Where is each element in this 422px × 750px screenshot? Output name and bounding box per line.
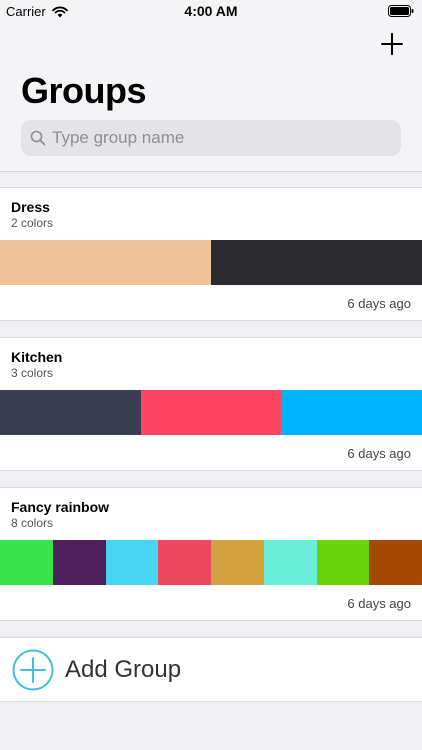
- battery-icon: [388, 5, 414, 17]
- group-color-count: 2 colors: [11, 216, 54, 230]
- color-swatch: [140, 390, 282, 435]
- group-name: Kitchen: [11, 349, 63, 365]
- group-name: Fancy rainbow: [11, 499, 110, 515]
- swatch-row: [0, 240, 422, 285]
- group-color-count: 3 colors: [11, 366, 54, 380]
- plus-circle-icon: [12, 649, 54, 690]
- nav-header: Groups: [0, 22, 422, 172]
- add-group-label: Add Group: [65, 655, 182, 683]
- color-swatch: [105, 540, 159, 585]
- add-group-button[interactable]: Add Group: [0, 637, 422, 702]
- color-swatch: [211, 240, 422, 285]
- group-date: 6 days ago: [347, 296, 411, 311]
- group-color-count: 8 colors: [11, 516, 54, 530]
- status-bar: Carrier 4:00 AM: [0, 0, 422, 22]
- plus-icon[interactable]: [380, 32, 404, 56]
- color-swatch: [0, 240, 211, 285]
- color-swatch: [52, 540, 106, 585]
- search-field[interactable]: [21, 120, 401, 156]
- swatch-row: [0, 540, 422, 585]
- status-time: 4:00 AM: [184, 3, 238, 19]
- group-date: 6 days ago: [347, 596, 411, 611]
- color-swatch: [281, 390, 422, 435]
- group-card-fancy-rainbow[interactable]: Fancy rainbow 8 colors 6 days ago: [0, 487, 422, 621]
- color-swatch: [263, 540, 317, 585]
- color-swatch: [211, 540, 264, 585]
- color-swatch: [0, 540, 53, 585]
- search-icon: [30, 130, 46, 146]
- search-input[interactable]: [52, 128, 392, 148]
- color-swatch: [316, 540, 370, 585]
- color-swatch: [158, 540, 211, 585]
- group-card-kitchen[interactable]: Kitchen 3 colors 6 days ago: [0, 337, 422, 471]
- color-swatch: [369, 540, 422, 585]
- page-title: Groups: [21, 70, 147, 111]
- group-name: Dress: [11, 199, 50, 215]
- swatch-row: [0, 390, 422, 435]
- group-card-dress[interactable]: Dress 2 colors 6 days ago: [0, 187, 422, 321]
- group-date: 6 days ago: [347, 446, 411, 461]
- color-swatch: [0, 390, 141, 435]
